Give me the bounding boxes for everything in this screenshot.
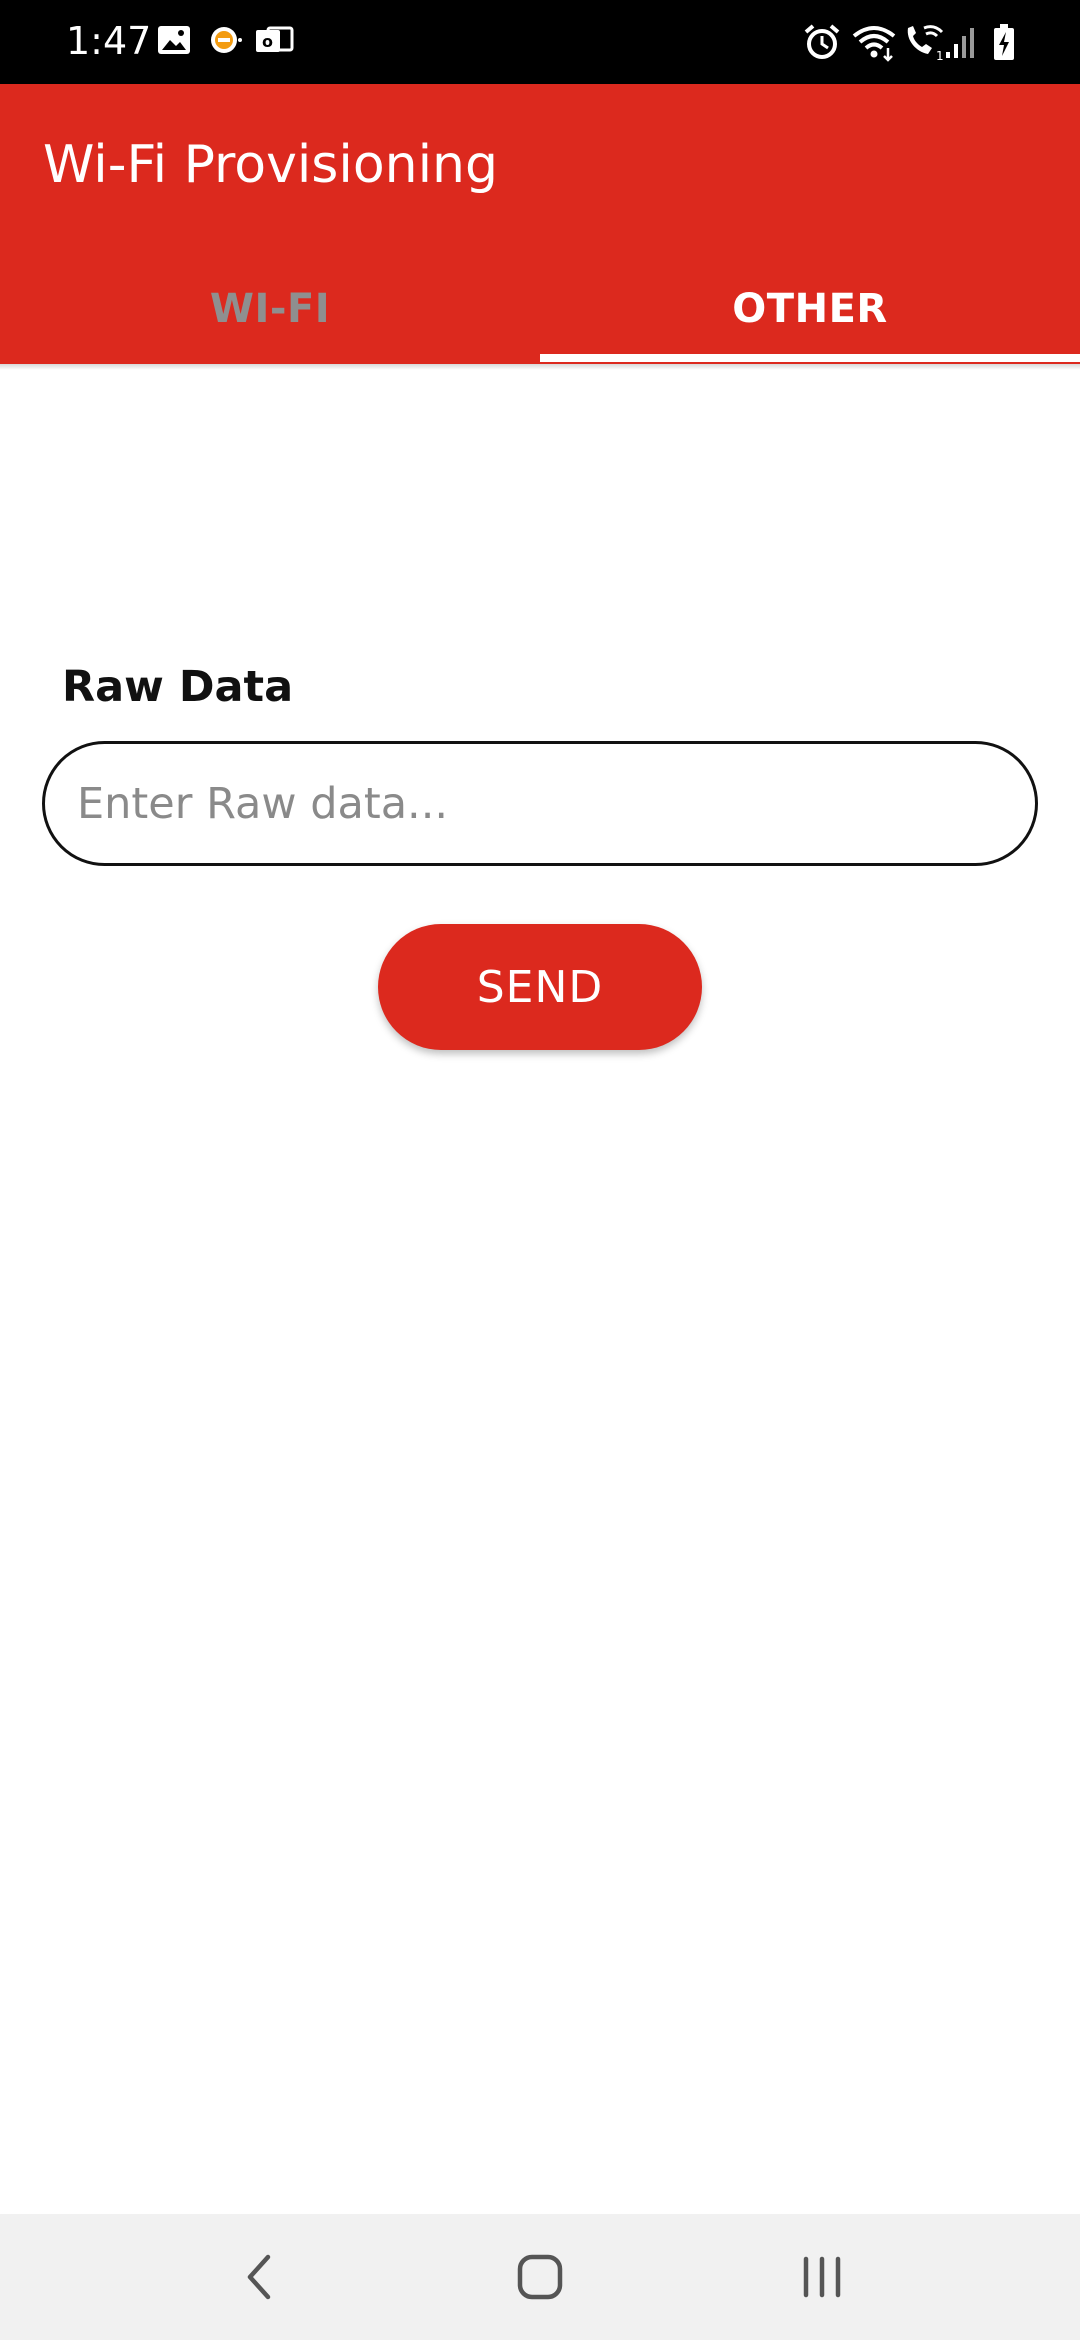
tab-shadow bbox=[0, 364, 1080, 370]
raw-data-input[interactable] bbox=[42, 741, 1038, 866]
tab-indicator bbox=[540, 354, 1080, 362]
signal-icon bbox=[944, 22, 978, 62]
svg-text:o: o bbox=[262, 32, 273, 51]
back-icon[interactable] bbox=[230, 2247, 290, 2307]
wifi-calling-icon: 1 bbox=[902, 22, 946, 62]
svg-text:1: 1 bbox=[936, 49, 944, 62]
mail-icon: o bbox=[254, 22, 294, 62]
raw-data-label: Raw Data bbox=[62, 662, 294, 712]
recents-icon[interactable] bbox=[792, 2247, 852, 2307]
home-icon[interactable] bbox=[510, 2247, 570, 2307]
notification-icon bbox=[208, 22, 244, 62]
wifi-icon bbox=[850, 22, 898, 62]
alarm-icon bbox=[802, 22, 842, 62]
nav-bar bbox=[0, 2214, 1080, 2340]
status-time: 1:47 bbox=[66, 19, 152, 63]
tab-other[interactable]: OTHER bbox=[540, 254, 1080, 364]
app-title: Wi-Fi Provisioning bbox=[43, 135, 499, 195]
status-bar: 1:47 o 1 bbox=[0, 0, 1080, 84]
image-icon bbox=[156, 22, 192, 62]
battery-icon bbox=[992, 22, 1016, 62]
send-button[interactable]: SEND bbox=[378, 924, 702, 1050]
tab-wifi[interactable]: WI-FI bbox=[0, 254, 540, 364]
app-bar: Wi-Fi Provisioning WI-FI OTHER bbox=[0, 84, 1080, 364]
